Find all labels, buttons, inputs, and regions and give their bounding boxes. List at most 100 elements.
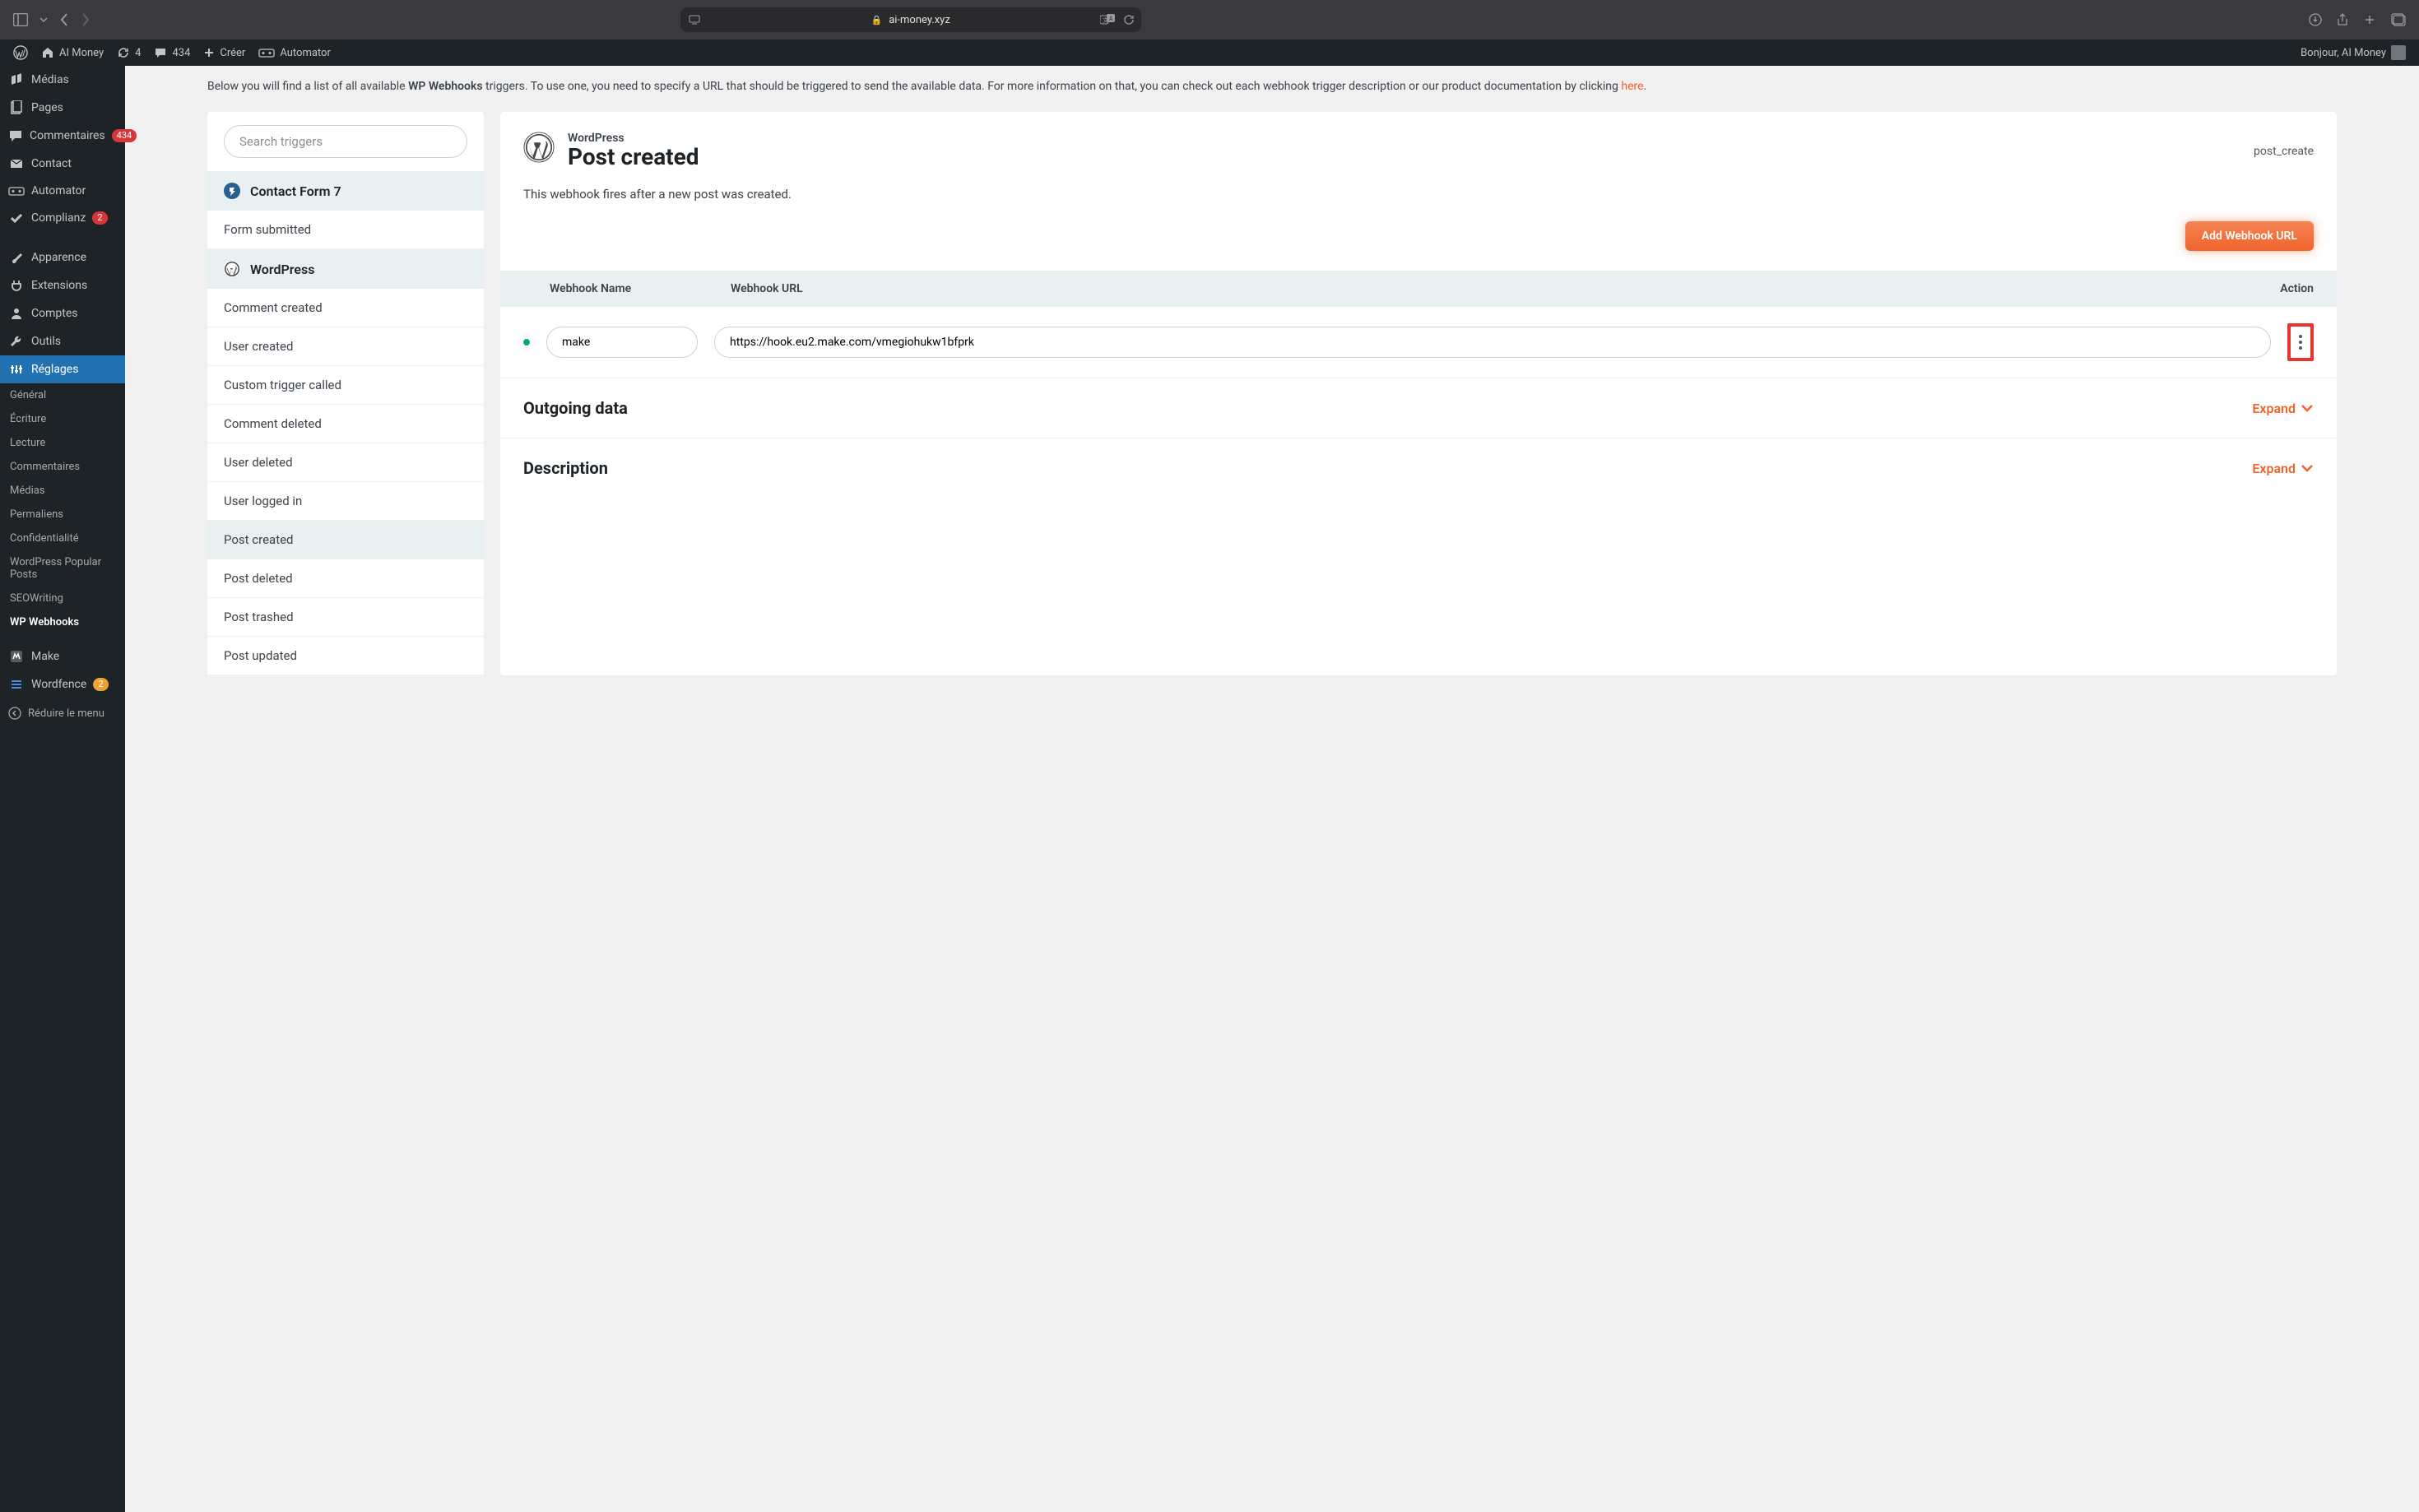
create-link[interactable]: Créer — [197, 39, 252, 66]
comment-icon — [8, 128, 23, 143]
trigger-detail-panel: WordPress Post created post_create This … — [500, 112, 2337, 675]
sidebar-item-réglages[interactable]: Réglages — [0, 355, 125, 383]
share-icon[interactable] — [2337, 12, 2348, 27]
url-bar[interactable]: 🔒 ai-money.xyz 文A — [680, 7, 1141, 32]
svg-text:A: A — [1109, 16, 1113, 22]
updates-link[interactable]: 4 — [110, 39, 147, 66]
trigger-item-comment-deleted[interactable]: Comment deleted — [207, 405, 484, 443]
search-triggers-input[interactable] — [224, 125, 467, 158]
docs-link[interactable]: here — [1621, 80, 1643, 93]
sidebar-sub-seowriting[interactable]: SEOWriting — [0, 587, 125, 610]
trigger-title: Post created — [568, 145, 2240, 170]
sidebar-item-comptes[interactable]: Comptes — [0, 299, 125, 327]
wp-sidebar: MédiasPagesCommentaires434ContactAutomat… — [0, 66, 125, 1512]
trigger-item-custom-trigger-called[interactable]: Custom trigger called — [207, 366, 484, 405]
sidebar-sub-général[interactable]: Général — [0, 383, 125, 407]
sidebar-sub-wordpress-popular-posts[interactable]: WordPress Popular Posts — [0, 550, 125, 587]
wp-logo[interactable] — [7, 39, 35, 66]
chevron-down-icon — [2301, 464, 2314, 472]
add-webhook-url-button[interactable]: Add Webhook URL — [2185, 221, 2314, 251]
sidebar-toggle-icon[interactable] — [13, 13, 28, 26]
expand-button[interactable]: Expand — [2252, 461, 2314, 476]
trigger-item-form-submitted[interactable]: Form submitted — [207, 211, 484, 249]
action-menu-highlight — [2287, 323, 2314, 361]
webhook-table-header: Webhook Name Webhook URL Action — [500, 271, 2337, 307]
trigger-item-user-created[interactable]: User created — [207, 327, 484, 366]
trigger-item-post-trashed[interactable]: Post trashed — [207, 598, 484, 637]
chevron-down-icon — [2301, 404, 2314, 412]
sidebar-sub-médias[interactable]: Médias — [0, 479, 125, 503]
trigger-description: This webhook fires after a new post was … — [500, 187, 2337, 221]
translate-icon[interactable]: 文A — [1100, 14, 1115, 26]
sidebar-sub-commentaires[interactable]: Commentaires — [0, 455, 125, 479]
automator-link[interactable]: Automator — [252, 39, 337, 66]
avatar — [2391, 45, 2406, 60]
action-menu-button[interactable] — [2294, 335, 2307, 350]
trigger-group-wordpress: WordPress — [207, 249, 484, 289]
trigger-item-user-deleted[interactable]: User deleted — [207, 443, 484, 482]
collapse-menu[interactable]: Réduire le menu — [0, 698, 125, 728]
trigger-item-post-updated[interactable]: Post updated — [207, 637, 484, 675]
user-greeting[interactable]: Bonjour, AI Money — [2301, 45, 2412, 60]
make-icon — [8, 649, 25, 664]
sidebar-item-outils[interactable]: Outils — [0, 327, 125, 355]
sidebar-sub-permaliens[interactable]: Permaliens — [0, 503, 125, 526]
sidebar-item-commentaires[interactable]: Commentaires434 — [0, 122, 125, 150]
section-description: Description Expand — [500, 438, 2337, 498]
sidebar-item-automator[interactable]: Automator — [0, 178, 125, 204]
svg-text:文: 文 — [1103, 16, 1108, 24]
download-icon[interactable] — [2309, 12, 2322, 27]
expand-button[interactable]: Expand — [2252, 401, 2314, 416]
sidebar-item-wordfence[interactable]: Wordfence2 — [0, 670, 125, 698]
status-dot — [523, 339, 530, 346]
site-link[interactable]: AI Money — [35, 39, 110, 66]
badge: 2 — [93, 678, 108, 691]
sidebar-sub-wp-webhooks[interactable]: WP Webhooks — [0, 610, 125, 634]
sidebar-item-pages[interactable]: Pages — [0, 94, 125, 122]
comments-link[interactable]: 434 — [147, 39, 197, 66]
new-tab-icon[interactable] — [2363, 12, 2376, 27]
sidebar-sub-confidentialité[interactable]: Confidentialité — [0, 526, 125, 550]
forward-button[interactable] — [81, 12, 91, 27]
webhook-url-input[interactable] — [714, 327, 2271, 358]
browser-chrome: 🔒 ai-money.xyz 文A — [0, 0, 2419, 39]
chevron-down-icon[interactable] — [39, 17, 48, 22]
trigger-item-post-created[interactable]: Post created — [207, 521, 484, 559]
wordpress-icon — [224, 261, 240, 277]
sidebar-item-contact[interactable]: Contact — [0, 150, 125, 178]
sidebar-sub-écriture[interactable]: Écriture — [0, 407, 125, 431]
trigger-group-contact-form-7: Contact Form 7 — [207, 171, 484, 211]
wordpress-logo-icon — [523, 132, 555, 163]
brush-icon — [8, 250, 25, 265]
settings-icon — [8, 362, 25, 377]
sidebar-sub-lecture[interactable]: Lecture — [0, 431, 125, 455]
tabs-icon[interactable] — [2391, 12, 2406, 27]
reload-icon[interactable] — [1123, 14, 1135, 26]
trigger-item-comment-created[interactable]: Comment created — [207, 289, 484, 327]
trigger-slug: post_create — [2254, 145, 2314, 158]
sidebar-item-extensions[interactable]: Extensions — [0, 271, 125, 299]
webhook-row — [500, 307, 2337, 378]
triggers-panel: Contact Form 7Form submittedWordPressCom… — [207, 112, 484, 675]
sidebar-item-médias[interactable]: Médias — [0, 66, 125, 94]
page-icon — [8, 100, 25, 115]
sidebar-item-complianz[interactable]: Complianz2 — [0, 204, 125, 232]
trigger-item-user-logged-in[interactable]: User logged in — [207, 482, 484, 521]
section-title: Outgoing data — [523, 398, 628, 418]
wordfence-icon — [8, 677, 25, 692]
badge: 434 — [112, 129, 137, 142]
automator-icon — [8, 185, 25, 197]
plug-icon — [8, 278, 25, 293]
device-icon — [689, 15, 700, 25]
back-button[interactable] — [59, 12, 69, 27]
sidebar-item-apparence[interactable]: Apparence — [0, 243, 125, 271]
tool-icon — [8, 334, 25, 349]
media-icon — [8, 72, 25, 87]
trigger-item-post-deleted[interactable]: Post deleted — [207, 559, 484, 598]
section-title: Description — [523, 458, 608, 478]
cf7-icon — [224, 183, 240, 199]
webhook-name-input[interactable] — [546, 327, 698, 358]
url-text: ai-money.xyz — [889, 14, 950, 26]
sidebar-item-make[interactable]: Make — [0, 642, 125, 670]
mail-icon — [8, 156, 25, 171]
